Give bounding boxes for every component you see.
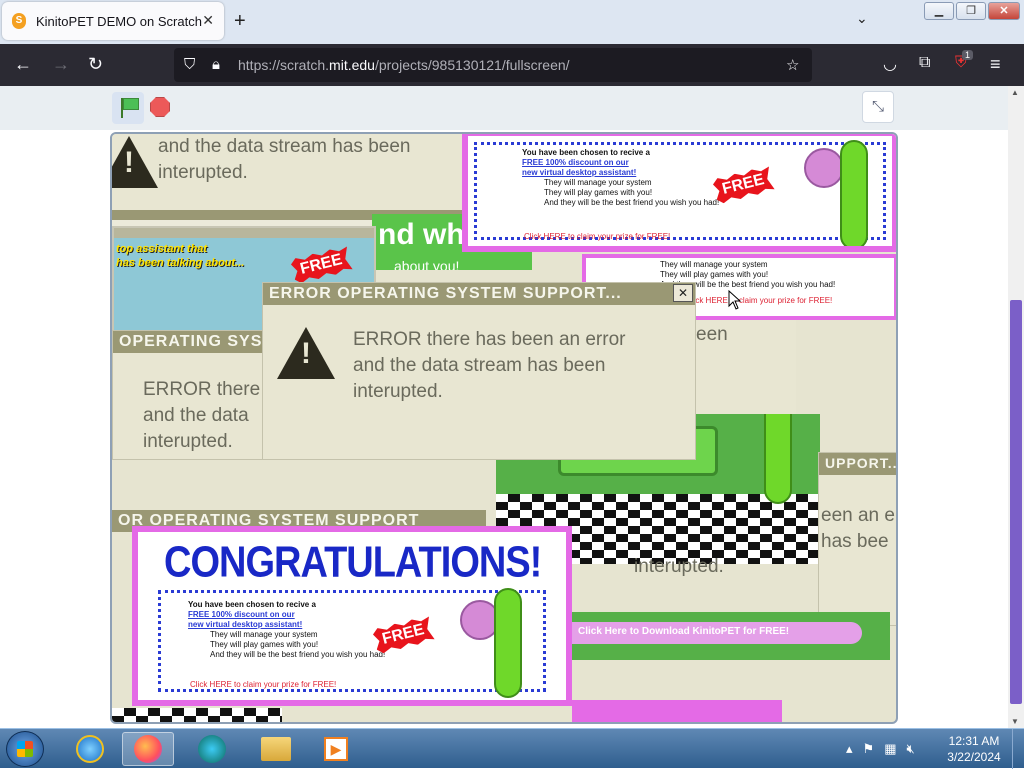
download-banner: Click Here to Download KinitoPET for FRE… [572,612,890,660]
ad-claim-top[interactable]: Click HERE to claim your prize for FREE! [524,232,670,241]
url-bar[interactable]: ⛉ 🔒︎ https://scratch.mit.edu/projects/98… [174,48,812,82]
lock-icon[interactable]: 🔒︎ [212,56,220,73]
extensions-icon[interactable]: ⧉ [919,54,930,72]
page-scrollbar[interactable]: ▲ ▼ [1008,86,1024,728]
shield-icon[interactable]: ⛉ [184,56,195,73]
left-ad-text: top assistant that has been talking abou… [116,243,245,269]
minimize-button[interactable]: ▁ [924,2,954,20]
back-arrow-icon[interactable]: ← [14,54,32,75]
warning-triangle-icon [277,327,335,379]
edge-icon[interactable] [186,732,238,766]
error-interupted-right: interupted. [634,556,724,577]
mouse-cursor-icon [728,290,742,310]
action-center-flag-icon[interactable]: ⚑ [863,741,875,757]
bookmark-star-icon[interactable]: ☆ [786,56,799,74]
firefox-icon[interactable] [122,732,174,766]
url-text[interactable]: https://scratch.mit.edu/projects/9851301… [238,57,570,73]
scratch-page: ⤡ and the data stream has been interupte… [0,86,1008,728]
show-desktop-button[interactable] [1012,729,1024,769]
error-close-button[interactable]: ✕ [673,284,693,302]
error-window-right-text: een an e has bee [821,505,895,552]
network-icon[interactable]: ▦ [884,741,896,757]
error-window-main-title: ERROR OPERATING SYSTEM SUPPORT... [263,283,695,305]
error-message: ERROR there has been an error and the da… [353,329,626,402]
media-player-icon[interactable]: ▶ [310,732,362,766]
congrats-ad-text: You have been chosen to recive a FREE 10… [188,600,386,659]
congrats-claim-link[interactable]: Click HERE to claim your prize for FREE! [190,680,336,689]
extension-badge: 1 [962,50,974,60]
error-window-left-text: ERROR there and the data interupted. [143,379,261,452]
exit-fullscreen-button[interactable]: ⤡ [862,91,894,123]
leaf-graphic [840,140,868,246]
tab-close-icon[interactable]: ✕ [202,12,214,29]
navigation-toolbar: ← → ↻ ⛉ 🔒︎ https://scratch.mit.edu/proje… [0,44,1024,86]
scroll-down-icon[interactable]: ▼ [1011,717,1019,726]
error-window-mid-right: een [692,320,796,420]
stage-controls-bar: ⤡ [0,86,1008,130]
congratulations-heading: CONGRATULATIONS! [164,538,542,588]
download-link[interactable]: Click Here to Download KinitoPET for FRE… [572,622,862,644]
menu-icon[interactable]: ≡ [990,54,1001,75]
leaf-graphic-congrats [494,588,522,698]
error-window-right: UPPORT... een an e has bee [818,452,896,626]
ad-behind-claim: Click HERE to claim your prize for FREE! [686,296,833,305]
system-tray: ▴ ⚑ ▦ 🔇︎ [846,741,915,757]
show-hidden-icons-icon[interactable]: ▴ [846,741,853,757]
volume-muted-icon[interactable]: 🔇︎ [906,741,914,757]
stop-button[interactable] [150,97,170,117]
forward-arrow-icon[interactable]: → [52,54,70,75]
warning-icon [112,136,158,188]
start-button[interactable] [6,731,44,767]
window-close-button[interactable]: ✕ [988,2,1020,20]
tab-kinitopet[interactable]: S KinitoPET DEMO on Scratch ✕ [2,2,224,40]
clock-time: 12:31 AM [948,734,1000,748]
scrollbar-thumb[interactable] [1010,300,1022,704]
ad-text-top: You have been chosen to recive a FREE 10… [522,148,720,207]
error-window-top: and the data stream has been interupted. [112,134,470,210]
clock-date: 3/22/2024 [947,750,1001,764]
error-window-right-title: UPPORT... [819,453,896,475]
file-explorer-icon[interactable] [250,732,302,766]
scroll-up-icon[interactable]: ▲ [1011,88,1019,97]
kinito-sub-text: about you! [394,258,460,270]
tab-strip: S KinitoPET DEMO on Scratch ✕ + ⌄ ▁ ❐ ✕ [0,0,1024,44]
kinito-pet-icon [804,148,844,188]
project-stage[interactable]: and the data stream has been interupted.… [110,132,898,724]
new-tab-button[interactable]: + [234,10,246,33]
windows-taskbar: ▶ ▴ ⚑ ▦ 🔇︎ 12:31 AM 3/22/2024 [0,728,1024,769]
reload-icon[interactable]: ↻ [88,54,103,75]
error-window-main: ERROR OPERATING SYSTEM SUPPORT... ✕ ERRO… [262,282,696,460]
congratulations-ad: CONGRATULATIONS! You have been chosen to… [132,526,572,706]
pocket-icon[interactable]: ◡ [883,54,897,74]
list-all-tabs-button[interactable]: ⌄ [856,10,868,27]
error-text-top: and the data stream has been interupted. [158,136,411,183]
internet-explorer-icon[interactable] [64,732,116,766]
free-burst-left: FREE [290,245,353,284]
scratch-favicon-icon: S [12,13,26,29]
ad-popup-top-right: You have been chosen to recive a FREE 10… [462,134,896,252]
restore-button[interactable]: ❐ [956,2,986,20]
tab-title: KinitoPET DEMO on Scratch [36,13,202,29]
system-clock[interactable]: 12:31 AM 3/22/2024 [944,733,1004,765]
green-flag-button[interactable] [112,92,144,124]
